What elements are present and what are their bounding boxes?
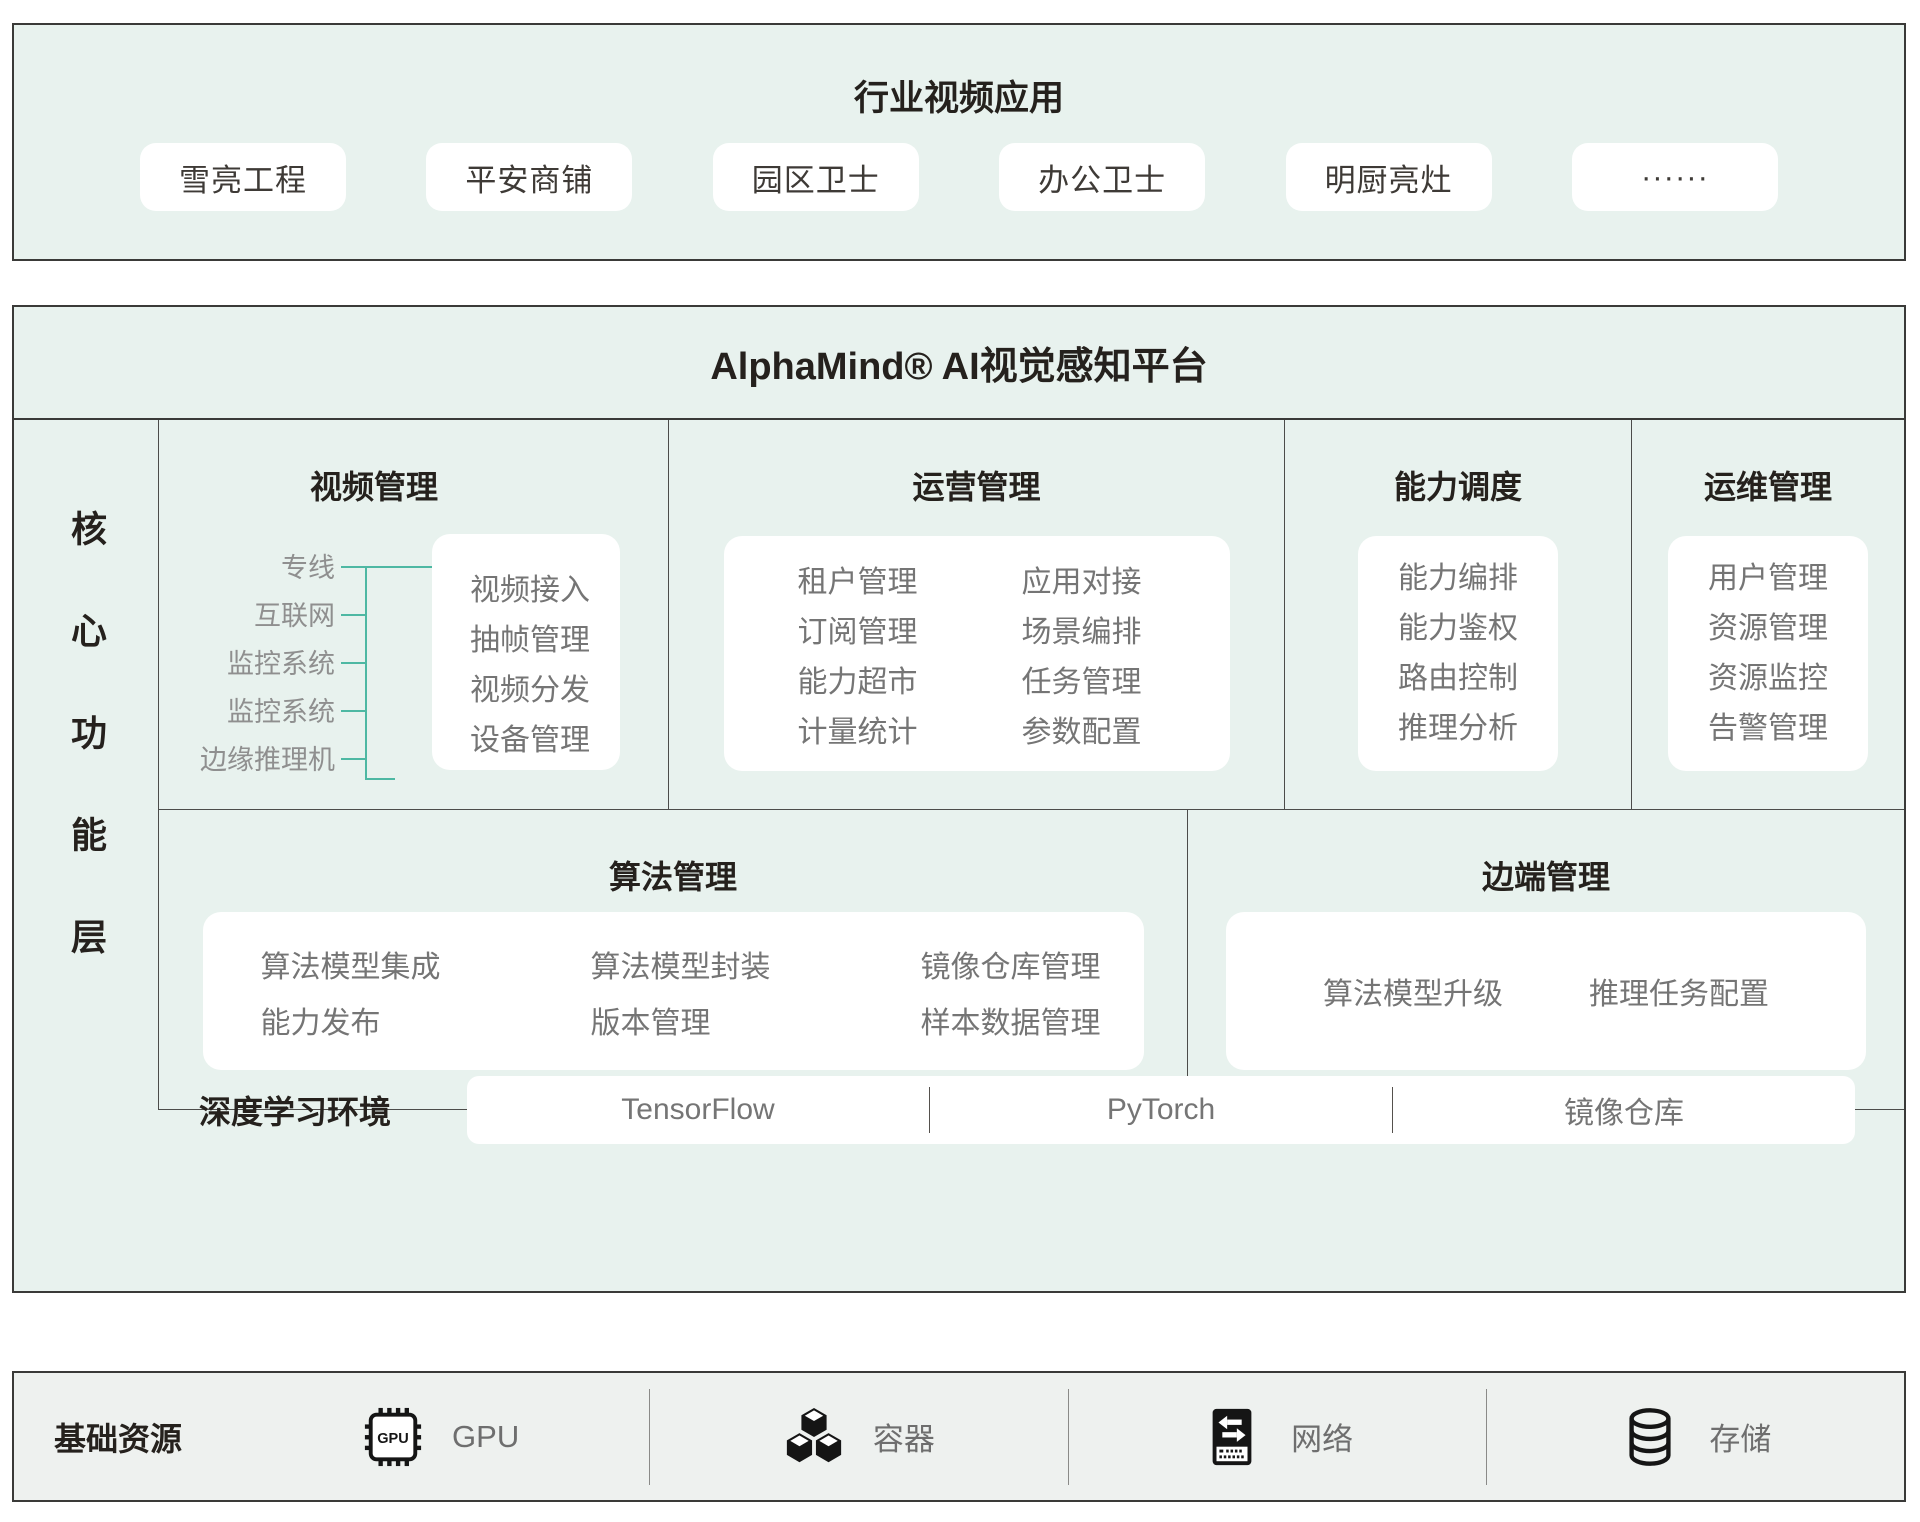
- app-box-bangong: 办公卫士: [999, 143, 1205, 211]
- algorithm-item: 版本管理: [591, 998, 921, 1042]
- deep-learning-env-box: TensorFlow PyTorch 镜像仓库: [467, 1076, 1855, 1144]
- connector-line-row1: [341, 566, 432, 568]
- dl-env-item-pytorch: PyTorch: [930, 1076, 1392, 1144]
- gpu-icon-text: GPU: [377, 1430, 408, 1446]
- video-source-label: 边缘推理机: [179, 736, 335, 784]
- video-source-label: 互联网: [179, 592, 335, 640]
- deep-learning-env-label: 深度学习环境: [199, 1087, 391, 1133]
- video-source-label: 监控系统: [179, 688, 335, 736]
- video-function-item: 视频接入: [470, 566, 620, 616]
- capability-item: 路由控制: [1358, 654, 1558, 704]
- capability-item: 推理分析: [1358, 704, 1558, 754]
- video-source-label: 专线: [179, 544, 335, 592]
- video-function-item: 抽帧管理: [470, 616, 620, 666]
- video-sources: 专线 互联网 监控系统 监控系统 边缘推理机: [179, 544, 335, 784]
- base-resources-panel: 基础资源: [12, 1371, 1906, 1502]
- algorithm-mgmt-box: 算法模型集成 算法模型封装 镜像仓库管理 能力发布 版本管理 样本数据管理: [203, 912, 1144, 1070]
- base-resources-label: 基础资源: [14, 1373, 232, 1500]
- resource-label-gpu: GPU: [452, 1419, 519, 1455]
- industry-apps-row: 雪亮工程 平安商铺 园区卫士 办公卫士 明厨亮灶 ······: [14, 143, 1904, 211]
- edge-item: 推理任务配置: [1589, 969, 1769, 1013]
- capability-item: 能力编排: [1358, 554, 1558, 604]
- resource-item-network: 网络: [1069, 1373, 1486, 1500]
- resource-label-container: 容器: [873, 1414, 935, 1459]
- ops-item: 用户管理: [1668, 554, 1868, 604]
- operation-item: 订阅管理: [798, 607, 1022, 651]
- platform-main: 核心功能层 视频管理 专线 互联网 监控系统 监控系统 边缘推理机: [14, 420, 1904, 1110]
- algorithm-item: 镜像仓库管理: [921, 942, 1144, 986]
- edge-mgmt-box: 算法模型升级 推理任务配置: [1226, 912, 1866, 1070]
- algorithm-item: 样本数据管理: [921, 998, 1144, 1042]
- connector-line-row4: [341, 710, 367, 712]
- ops-maintenance-box: 用户管理 资源管理 资源监控 告警管理: [1668, 536, 1868, 771]
- app-box-pingan: 平安商铺: [426, 143, 632, 211]
- edge-mgmt-section: 边端管理 算法模型升级 推理任务配置: [1188, 810, 1904, 1109]
- operation-item: 任务管理: [1022, 657, 1230, 701]
- algorithm-item: 算法模型封装: [591, 942, 921, 986]
- operation-item: 应用对接: [1022, 557, 1230, 601]
- resource-label-network: 网络: [1291, 1414, 1353, 1459]
- resource-item-gpu: GPU GPU: [232, 1373, 649, 1500]
- capability-scheduling-title: 能力调度: [1394, 465, 1522, 509]
- connector-line-vertical: [365, 567, 367, 780]
- operation-mgmt-box: 租户管理 应用对接 订阅管理 场景编排 能力超市 任务管理 计量统计 参数配置: [724, 536, 1230, 771]
- operation-mgmt-section: 运营管理 租户管理 应用对接 订阅管理 场景编排 能力超市 任务管理 计量统计 …: [669, 420, 1285, 809]
- capability-item: 能力鉴权: [1358, 604, 1558, 654]
- algorithm-mgmt-section: 算法管理 算法模型集成 算法模型封装 镜像仓库管理 能力发布 版本管理 样本数据…: [159, 810, 1188, 1109]
- video-function-item: 视频分发: [470, 666, 620, 716]
- resource-item-storage: 存储: [1487, 1373, 1904, 1500]
- core-function-layer-column: 核心功能层: [14, 420, 159, 1110]
- gpu-icon: GPU: [362, 1406, 424, 1468]
- architecture-diagram: 行业视频应用 雪亮工程 平安商铺 园区卫士 办公卫士 明厨亮灶 ······ A…: [0, 0, 1920, 1522]
- ops-item: 告警管理: [1668, 704, 1868, 754]
- core-function-layer-label: 核心功能层: [68, 510, 104, 1020]
- platform-panel: AlphaMind® AI视觉感知平台 核心功能层 视频管理 专线 互联网 监控…: [12, 305, 1906, 1293]
- platform-title: AlphaMind® AI视觉感知平台: [14, 307, 1904, 420]
- video-function-item: 设备管理: [470, 716, 620, 766]
- ops-maintenance-section: 运维管理 用户管理 资源管理 资源监控 告警管理: [1632, 420, 1904, 809]
- video-mgmt-title: 视频管理: [159, 465, 589, 509]
- connector-line-row2: [341, 614, 367, 616]
- network-icon: [1201, 1406, 1263, 1468]
- ops-item: 资源管理: [1668, 604, 1868, 654]
- industry-video-apps-panel: 行业视频应用 雪亮工程 平安商铺 园区卫士 办公卫士 明厨亮灶 ······: [12, 23, 1906, 261]
- video-source-label: 监控系统: [179, 640, 335, 688]
- edge-mgmt-title: 边端管理: [1482, 855, 1610, 899]
- operation-mgmt-title: 运营管理: [912, 465, 1040, 509]
- algorithm-mgmt-title: 算法管理: [609, 855, 737, 899]
- operation-item: 参数配置: [1022, 707, 1230, 751]
- ops-item: 资源监控: [1668, 654, 1868, 704]
- resource-item-container: 容器: [650, 1373, 1067, 1500]
- operation-item: 能力超市: [798, 657, 1022, 701]
- ops-maintenance-title: 运维管理: [1704, 465, 1832, 509]
- container-icon: [783, 1406, 845, 1468]
- algorithm-item: 算法模型集成: [261, 942, 591, 986]
- dl-env-item-tensorflow: TensorFlow: [467, 1076, 929, 1144]
- capability-scheduling-box: 能力编排 能力鉴权 路由控制 推理分析: [1358, 536, 1558, 771]
- app-box-more: ······: [1572, 143, 1778, 211]
- industry-apps-title: 行业视频应用: [14, 77, 1904, 121]
- video-mgmt-section: 视频管理 专线 互联网 监控系统 监控系统 边缘推理机: [159, 420, 669, 809]
- app-box-xueliang: 雪亮工程: [140, 143, 346, 211]
- connector-line-hook: [365, 778, 395, 780]
- connector-line-row3: [341, 662, 367, 664]
- capability-scheduling-section: 能力调度 能力编排 能力鉴权 路由控制 推理分析: [1285, 420, 1632, 809]
- operation-item: 场景编排: [1022, 607, 1230, 651]
- resource-label-storage: 存储: [1709, 1414, 1771, 1459]
- operation-item: 计量统计: [798, 707, 1022, 751]
- video-functions-box: 视频接入 抽帧管理 视频分发 设备管理: [432, 534, 620, 770]
- app-box-mingchu: 明厨亮灶: [1286, 143, 1492, 211]
- dl-env-item-registry: 镜像仓库: [1393, 1076, 1855, 1144]
- storage-icon: [1619, 1406, 1681, 1468]
- connector-line-row5: [341, 758, 367, 760]
- algorithm-item: 能力发布: [261, 998, 591, 1042]
- edge-item: 算法模型升级: [1323, 969, 1503, 1013]
- operation-item: 租户管理: [798, 557, 1022, 601]
- app-box-yuanqu: 园区卫士: [713, 143, 919, 211]
